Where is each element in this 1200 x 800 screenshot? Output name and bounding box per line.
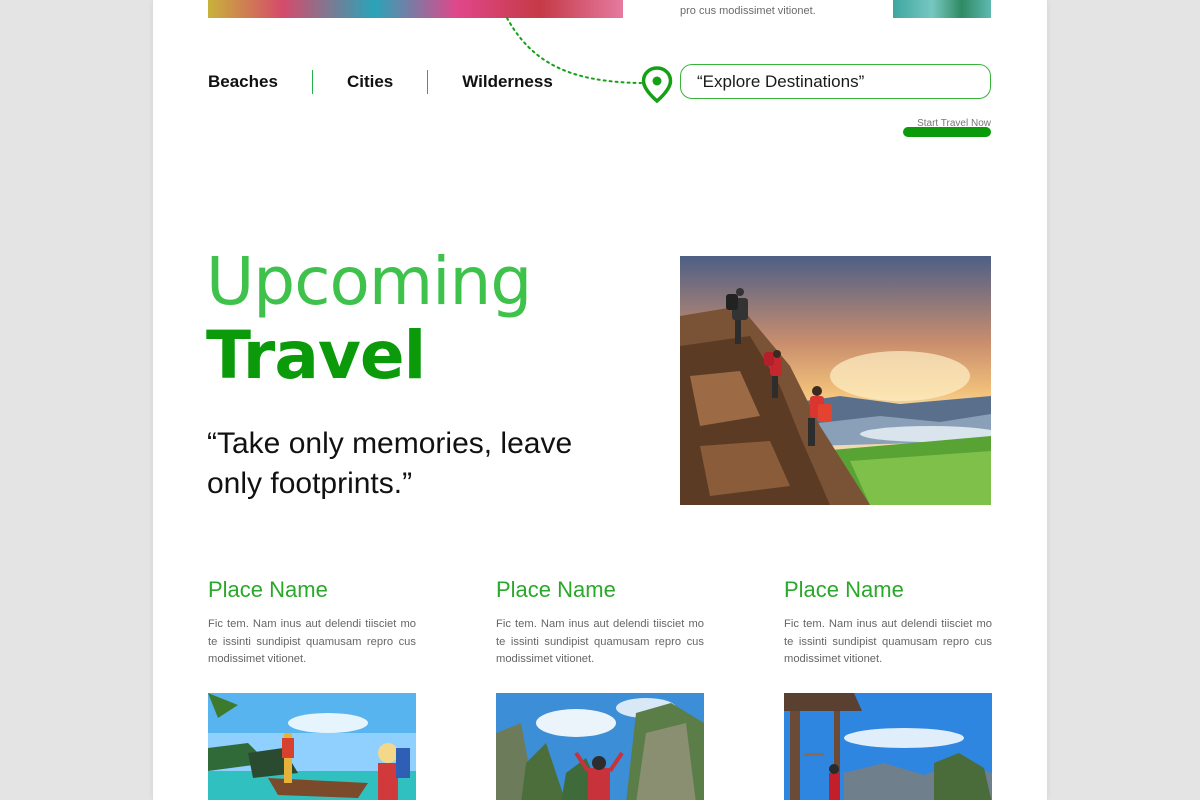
hero-quote: “Take only memories, leave only footprin… bbox=[207, 427, 573, 500]
place-card-1: Place Name Fic tem. Nam inus aut delendi… bbox=[208, 576, 416, 800]
map-pin-icon bbox=[641, 66, 673, 104]
place-photo-boat-beach bbox=[208, 693, 416, 800]
top-photo-lagoon bbox=[893, 0, 991, 18]
place-card-2: Place Name Fic tem. Nam inus aut delendi… bbox=[496, 576, 704, 800]
top-snippet-text: pro cus modissimet vitionet. bbox=[680, 5, 816, 17]
page-title: Upcoming Travel bbox=[206, 243, 532, 394]
nav-item-beaches[interactable]: Beaches bbox=[208, 70, 312, 94]
hero-photo-hikers bbox=[680, 256, 991, 505]
place-photo-limestone-hiker bbox=[496, 693, 704, 800]
title-line-travel: Travel bbox=[206, 317, 426, 394]
explore-destinations-input[interactable]: “Explore Destinations” bbox=[680, 64, 991, 99]
start-travel-button-label: Start Travel Now bbox=[917, 118, 991, 129]
place-card-3: Place Name Fic tem. Nam inus aut delendi… bbox=[784, 576, 992, 800]
start-travel-button[interactable]: Start Travel Now bbox=[903, 118, 991, 140]
category-nav: Beaches Cities Wilderness bbox=[208, 70, 587, 94]
nav-item-wilderness[interactable]: Wilderness bbox=[427, 70, 587, 94]
place-description: Fic tem. Nam inus aut delendi tiisciet m… bbox=[496, 618, 704, 666]
nav-item-cities[interactable]: Cities bbox=[311, 70, 427, 94]
place-name: Place Name bbox=[208, 577, 328, 602]
place-name: Place Name bbox=[784, 577, 904, 602]
title-line-upcoming: Upcoming bbox=[206, 243, 532, 320]
place-photo-coastal-viewpoint bbox=[784, 693, 992, 800]
place-description: Fic tem. Nam inus aut delendi tiisciet m… bbox=[784, 618, 992, 666]
page: pro cus modissimet vitionet. Beaches Cit… bbox=[153, 0, 1047, 800]
place-name: Place Name bbox=[496, 577, 616, 602]
place-description: Fic tem. Nam inus aut delendi tiisciet m… bbox=[208, 618, 416, 666]
